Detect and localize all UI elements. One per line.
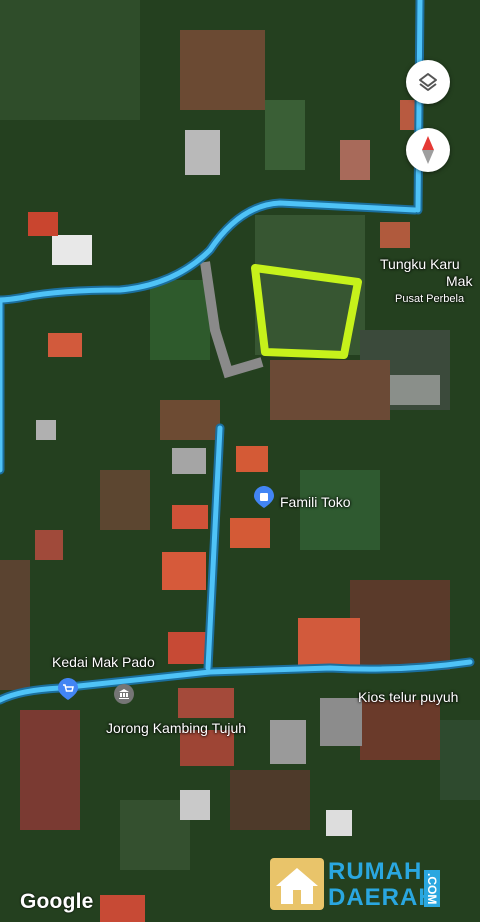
compass-button[interactable]: [406, 128, 450, 172]
shopping-cart-pin-icon[interactable]: [58, 678, 78, 700]
google-attribution: Google: [20, 890, 94, 913]
watermark-suffix: .COM: [424, 870, 440, 908]
rumahdaerah-watermark: RUMAH DAERAH .COM: [268, 856, 466, 914]
compass-icon: [422, 136, 434, 164]
place-label-kedai[interactable]: Kedai Mak Pado: [52, 654, 155, 670]
layers-button[interactable]: [406, 60, 450, 104]
watermark-line1: RUMAH: [328, 858, 423, 885]
place-label-tungku[interactable]: Tungku Karu: [380, 256, 460, 272]
shopping-bag-pin-icon[interactable]: [254, 486, 274, 508]
place-label-pusat[interactable]: Pusat Perbela: [395, 293, 464, 305]
watermark-line2: DAERAH: [328, 884, 437, 911]
place-label-famili[interactable]: Famili Toko: [280, 494, 351, 510]
place-label-tungku-cont[interactable]: Mak: [446, 273, 472, 289]
layers-icon: [419, 73, 437, 91]
house-logo-icon: [270, 858, 324, 910]
place-label-kios[interactable]: Kios telur puyuh: [358, 689, 458, 705]
satellite-map[interactable]: Tungku Karu Mak Pusat Perbela Famili Tok…: [0, 0, 480, 922]
landmark-pin-icon[interactable]: [114, 684, 134, 706]
place-label-jorong[interactable]: Jorong Kambing Tujuh: [106, 720, 246, 736]
